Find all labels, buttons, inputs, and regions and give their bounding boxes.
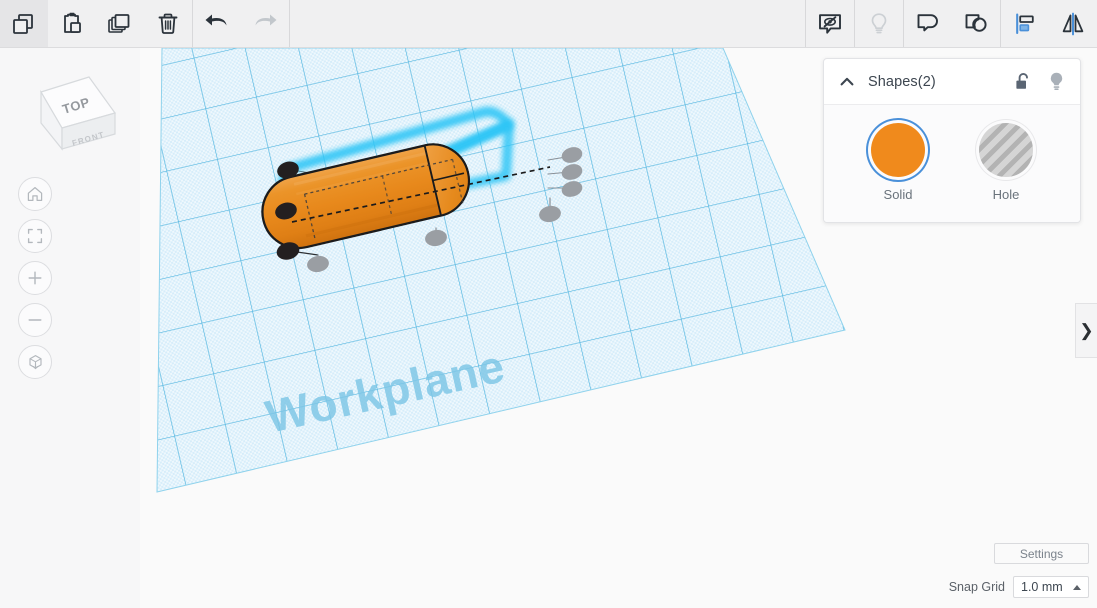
fit-brackets-icon	[27, 228, 43, 244]
snap-grid-label: Snap Grid	[948, 580, 1005, 594]
lightbulb-icon	[871, 12, 887, 33]
trash-icon	[158, 13, 178, 34]
paste-icon	[64, 12, 81, 33]
home-icon	[27, 186, 43, 202]
view-cube[interactable]: TOP FRONT	[18, 66, 118, 158]
shapes-panel-body: Solid Hole	[824, 105, 1080, 222]
snap-grid-select[interactable]: 1.0 mm	[1013, 576, 1089, 598]
shapes-panel-title: Shapes(2)	[868, 73, 936, 90]
light-button[interactable]	[855, 0, 903, 47]
undo-button[interactable]	[193, 0, 241, 47]
solid-swatch-circle[interactable]	[871, 123, 925, 177]
edit-tools-group	[0, 0, 192, 47]
shapes-panel-header: Shapes(2)	[824, 59, 1080, 105]
projection-button[interactable]	[18, 345, 52, 379]
eye-slash-shape-icon	[819, 13, 841, 34]
minus-icon	[28, 319, 42, 321]
ungroup-button[interactable]	[952, 0, 1000, 47]
solid-swatch[interactable]: Solid	[871, 123, 925, 202]
chevron-right-icon: ❯	[1079, 320, 1094, 340]
hole-swatch-circle[interactable]	[979, 123, 1033, 177]
top-toolbar	[0, 0, 1097, 48]
hole-swatch[interactable]: Hole	[979, 123, 1033, 202]
delete-button[interactable]	[144, 0, 192, 47]
zoom-out-button[interactable]	[18, 303, 52, 337]
unlock-icon	[1016, 72, 1028, 89]
view-cube-icon: TOP FRONT	[40, 76, 116, 151]
cube-projection-icon	[28, 354, 42, 369]
shapes-panel-collapse-button[interactable]	[834, 69, 860, 95]
tinkercad-editor: Workplane TOP FRONT Shapes(2) Solid Hole…	[0, 0, 1097, 608]
shape-light-button[interactable]	[1047, 71, 1066, 92]
undo-arrow-icon	[205, 14, 227, 25]
lock-toggle-button[interactable]	[1014, 72, 1033, 92]
zoom-in-button[interactable]	[18, 261, 52, 295]
redo-arrow-icon	[255, 14, 277, 25]
mirror-flip-icon	[1062, 12, 1084, 35]
shapes-panel: Shapes(2) Solid Hole	[823, 58, 1081, 223]
caret-up-icon	[1073, 584, 1081, 590]
duplicate-icon	[108, 13, 130, 33]
align-icon	[1016, 12, 1034, 34]
fit-view-button[interactable]	[18, 219, 52, 253]
solid-swatch-label: Solid	[883, 187, 913, 202]
copy-button[interactable]	[0, 0, 48, 47]
ungroup-shape-icon	[965, 13, 987, 32]
lightbulb-icon	[1050, 72, 1063, 90]
hole-swatch-label: Hole	[992, 187, 1020, 202]
panel-expand-tab[interactable]: ❯	[1075, 303, 1097, 358]
object-tools-group	[806, 0, 1097, 47]
settings-button[interactable]: Settings	[994, 543, 1089, 564]
group-button[interactable]	[904, 0, 952, 47]
view-nav-rail	[18, 177, 52, 387]
redo-button[interactable]	[241, 0, 289, 47]
paste-button[interactable]	[48, 0, 96, 47]
plus-icon	[28, 271, 42, 285]
duplicate-button[interactable]	[96, 0, 144, 47]
snap-grid-row: Snap Grid 1.0 mm	[949, 576, 1089, 598]
copy-icon	[13, 13, 33, 34]
chevron-up-icon	[840, 77, 854, 85]
group-shape-icon	[917, 13, 938, 31]
snap-grid-value: 1.0 mm	[1021, 580, 1063, 594]
history-tools-group	[193, 0, 289, 47]
shapes-panel-actions	[1014, 71, 1066, 92]
show-hide-button[interactable]	[806, 0, 854, 47]
mirror-button[interactable]	[1049, 0, 1097, 47]
settings-button-label: Settings	[1019, 546, 1064, 561]
home-view-button[interactable]	[18, 177, 52, 211]
align-button[interactable]	[1001, 0, 1049, 47]
